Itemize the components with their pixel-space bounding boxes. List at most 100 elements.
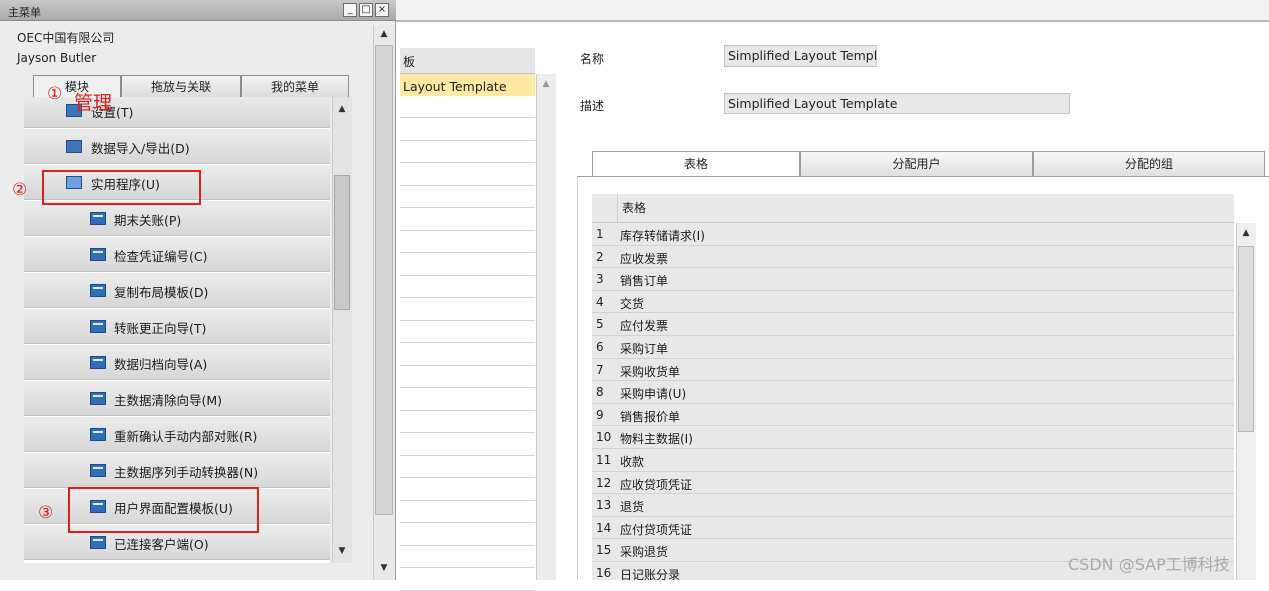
menu-item[interactable]: 主数据序列手动转换器(N) bbox=[24, 453, 330, 488]
forms-grid: 1 库存转储请求(I) 2 应收发票 3 销售订单 4 交货 5 应付发票 6 采购订单 7 采购收货单 8… bbox=[592, 223, 1234, 580]
annotation-step2-number: ② bbox=[12, 180, 28, 200]
menu-item[interactable]: 重新确认手动内部对账(R) bbox=[24, 417, 330, 452]
table-row[interactable]: 4 交货 bbox=[592, 290, 1234, 314]
menu-item-label: 主数据清除向导(M) bbox=[114, 393, 223, 408]
template-list-row[interactable] bbox=[400, 411, 535, 433]
menu-item-label: 复制布局模板(D) bbox=[114, 285, 209, 300]
template-list-row[interactable] bbox=[400, 366, 535, 388]
menu-item-label: 重新确认手动内部对账(R) bbox=[114, 429, 258, 444]
template-list-row[interactable] bbox=[400, 546, 535, 568]
table-row[interactable]: 1 库存转储请求(I) bbox=[592, 223, 1234, 246]
document-icon bbox=[90, 320, 106, 333]
row-number: 11 bbox=[596, 453, 612, 467]
template-list-row[interactable] bbox=[400, 141, 535, 163]
template-list-row[interactable] bbox=[400, 501, 535, 523]
table-row[interactable]: 7 采购收货单 bbox=[592, 358, 1234, 382]
menu-scroll-thumb[interactable] bbox=[334, 175, 350, 310]
menu-item[interactable]: 转账更正向导(T) bbox=[24, 309, 330, 344]
row-number: 9 bbox=[596, 407, 604, 422]
template-list-scrollbar[interactable] bbox=[536, 74, 556, 580]
form-name: 物料主数据(I) bbox=[620, 432, 693, 447]
forms-grid-scroll-thumb[interactable] bbox=[1238, 246, 1254, 432]
template-list-row[interactable] bbox=[400, 321, 535, 343]
template-list-row[interactable] bbox=[400, 299, 535, 321]
scroll-up-icon[interactable]: ▲ bbox=[538, 79, 554, 89]
tab-forms[interactable]: 表格 bbox=[592, 151, 800, 176]
tab-assigned-groups[interactable]: 分配的组 bbox=[1033, 151, 1265, 176]
template-list-row[interactable] bbox=[400, 456, 535, 478]
form-name: 应收发票 bbox=[620, 251, 669, 266]
table-row[interactable]: 8 采购申请(U) bbox=[592, 381, 1234, 404]
template-list-row[interactable] bbox=[400, 186, 535, 208]
annotation-box-ui-config-template bbox=[68, 487, 259, 533]
menu-item[interactable]: 数据归档向导(A) bbox=[24, 345, 330, 380]
table-row[interactable]: 13 退货 bbox=[592, 494, 1234, 517]
tab-my-menu[interactable]: 我的菜单 bbox=[241, 75, 349, 97]
template-list-row[interactable] bbox=[400, 96, 535, 118]
menu-item-label: 期末关账(P) bbox=[114, 213, 182, 228]
template-list-row[interactable] bbox=[400, 479, 535, 501]
main-menu-title: 主菜单 bbox=[8, 6, 41, 19]
row-number: 6 bbox=[596, 340, 604, 354]
table-row[interactable]: 12 应收贷项凭证 bbox=[592, 471, 1234, 495]
forms-grid-header bbox=[592, 194, 1234, 223]
close-button[interactable]: × bbox=[375, 3, 389, 17]
table-row[interactable]: 5 应付发票 bbox=[592, 313, 1234, 336]
template-list-row[interactable] bbox=[400, 164, 535, 186]
restore-button[interactable]: □ bbox=[359, 3, 373, 17]
table-row[interactable]: 6 采购订单 bbox=[592, 336, 1234, 359]
scroll-down-icon[interactable]: ▼ bbox=[334, 546, 350, 556]
menu-item[interactable]: 期末关账(P) bbox=[24, 201, 330, 236]
annotation-step1-number: ① bbox=[47, 84, 63, 104]
menu-item[interactable]: 检查凭证编号(C) bbox=[24, 237, 330, 272]
menu-item-label: 已连接客户端(O) bbox=[114, 537, 209, 552]
table-row[interactable]: 9 销售报价单 bbox=[592, 403, 1234, 427]
main-menu-scroll-thumb[interactable] bbox=[375, 45, 393, 515]
description-field[interactable]: Simplified Layout Template bbox=[724, 93, 1070, 114]
row-number-header bbox=[592, 194, 618, 223]
template-list-row[interactable] bbox=[400, 344, 535, 366]
description-label: 描述 bbox=[580, 99, 605, 113]
template-list-row[interactable] bbox=[400, 434, 535, 456]
user-name: Jayson Butler bbox=[17, 51, 97, 65]
menu-scrollbar[interactable] bbox=[332, 97, 352, 563]
scroll-up-icon[interactable]: ▲ bbox=[376, 29, 392, 39]
scroll-up-icon[interactable]: ▲ bbox=[1238, 228, 1254, 238]
form-name: 退货 bbox=[620, 500, 645, 515]
table-row[interactable]: 10 物料主数据(I) bbox=[592, 426, 1234, 449]
menu-item[interactable]: 数据导入/导出(D) bbox=[24, 129, 330, 164]
table-row[interactable]: 11 收款 bbox=[592, 449, 1234, 472]
forms-column-header[interactable]: 表格 bbox=[622, 199, 646, 216]
template-list-header-label: 板 bbox=[403, 55, 416, 69]
row-number: 5 bbox=[596, 317, 604, 332]
row-number: 3 bbox=[596, 272, 604, 287]
template-list-row[interactable] bbox=[400, 389, 535, 411]
template-list-row[interactable] bbox=[400, 254, 535, 276]
form-name: 库存转储请求(I) bbox=[620, 229, 705, 243]
menu-item[interactable]: 主数据清除向导(M) bbox=[24, 381, 330, 416]
row-number: 16 bbox=[596, 566, 612, 580]
form-name: 采购订单 bbox=[620, 342, 669, 356]
row-number: 12 bbox=[596, 475, 612, 490]
scroll-down-icon[interactable]: ▼ bbox=[376, 563, 392, 573]
tab-assigned-users[interactable]: 分配用户 bbox=[800, 151, 1033, 176]
template-list-row[interactable] bbox=[400, 209, 535, 231]
template-list-row[interactable] bbox=[400, 231, 535, 253]
table-row[interactable]: 14 应付贷项凭证 bbox=[592, 516, 1234, 540]
window-top-bar bbox=[396, 0, 1269, 22]
menu-item-label: 检查凭证编号(C) bbox=[114, 249, 208, 264]
template-list-row[interactable] bbox=[400, 524, 535, 546]
menu-item[interactable]: 复制布局模板(D) bbox=[24, 273, 330, 308]
table-row[interactable]: 3 销售订单 bbox=[592, 268, 1234, 291]
row-number: 14 bbox=[596, 520, 612, 535]
menu-item[interactable]: 设置(T) bbox=[24, 97, 330, 128]
name-label: 名称 bbox=[580, 52, 605, 66]
table-row[interactable]: 2 应收发票 bbox=[592, 245, 1234, 269]
template-list-row[interactable] bbox=[400, 119, 535, 141]
name-field[interactable]: Simplified Layout Templa bbox=[724, 45, 877, 67]
minimize-button[interactable]: _ bbox=[343, 3, 357, 17]
main-menu-titlebar[interactable] bbox=[0, 0, 396, 21]
tab-drag-and-relate[interactable]: 拖放与关联 bbox=[121, 75, 241, 97]
scroll-up-icon[interactable]: ▲ bbox=[334, 104, 350, 114]
template-list-row[interactable] bbox=[400, 276, 535, 298]
